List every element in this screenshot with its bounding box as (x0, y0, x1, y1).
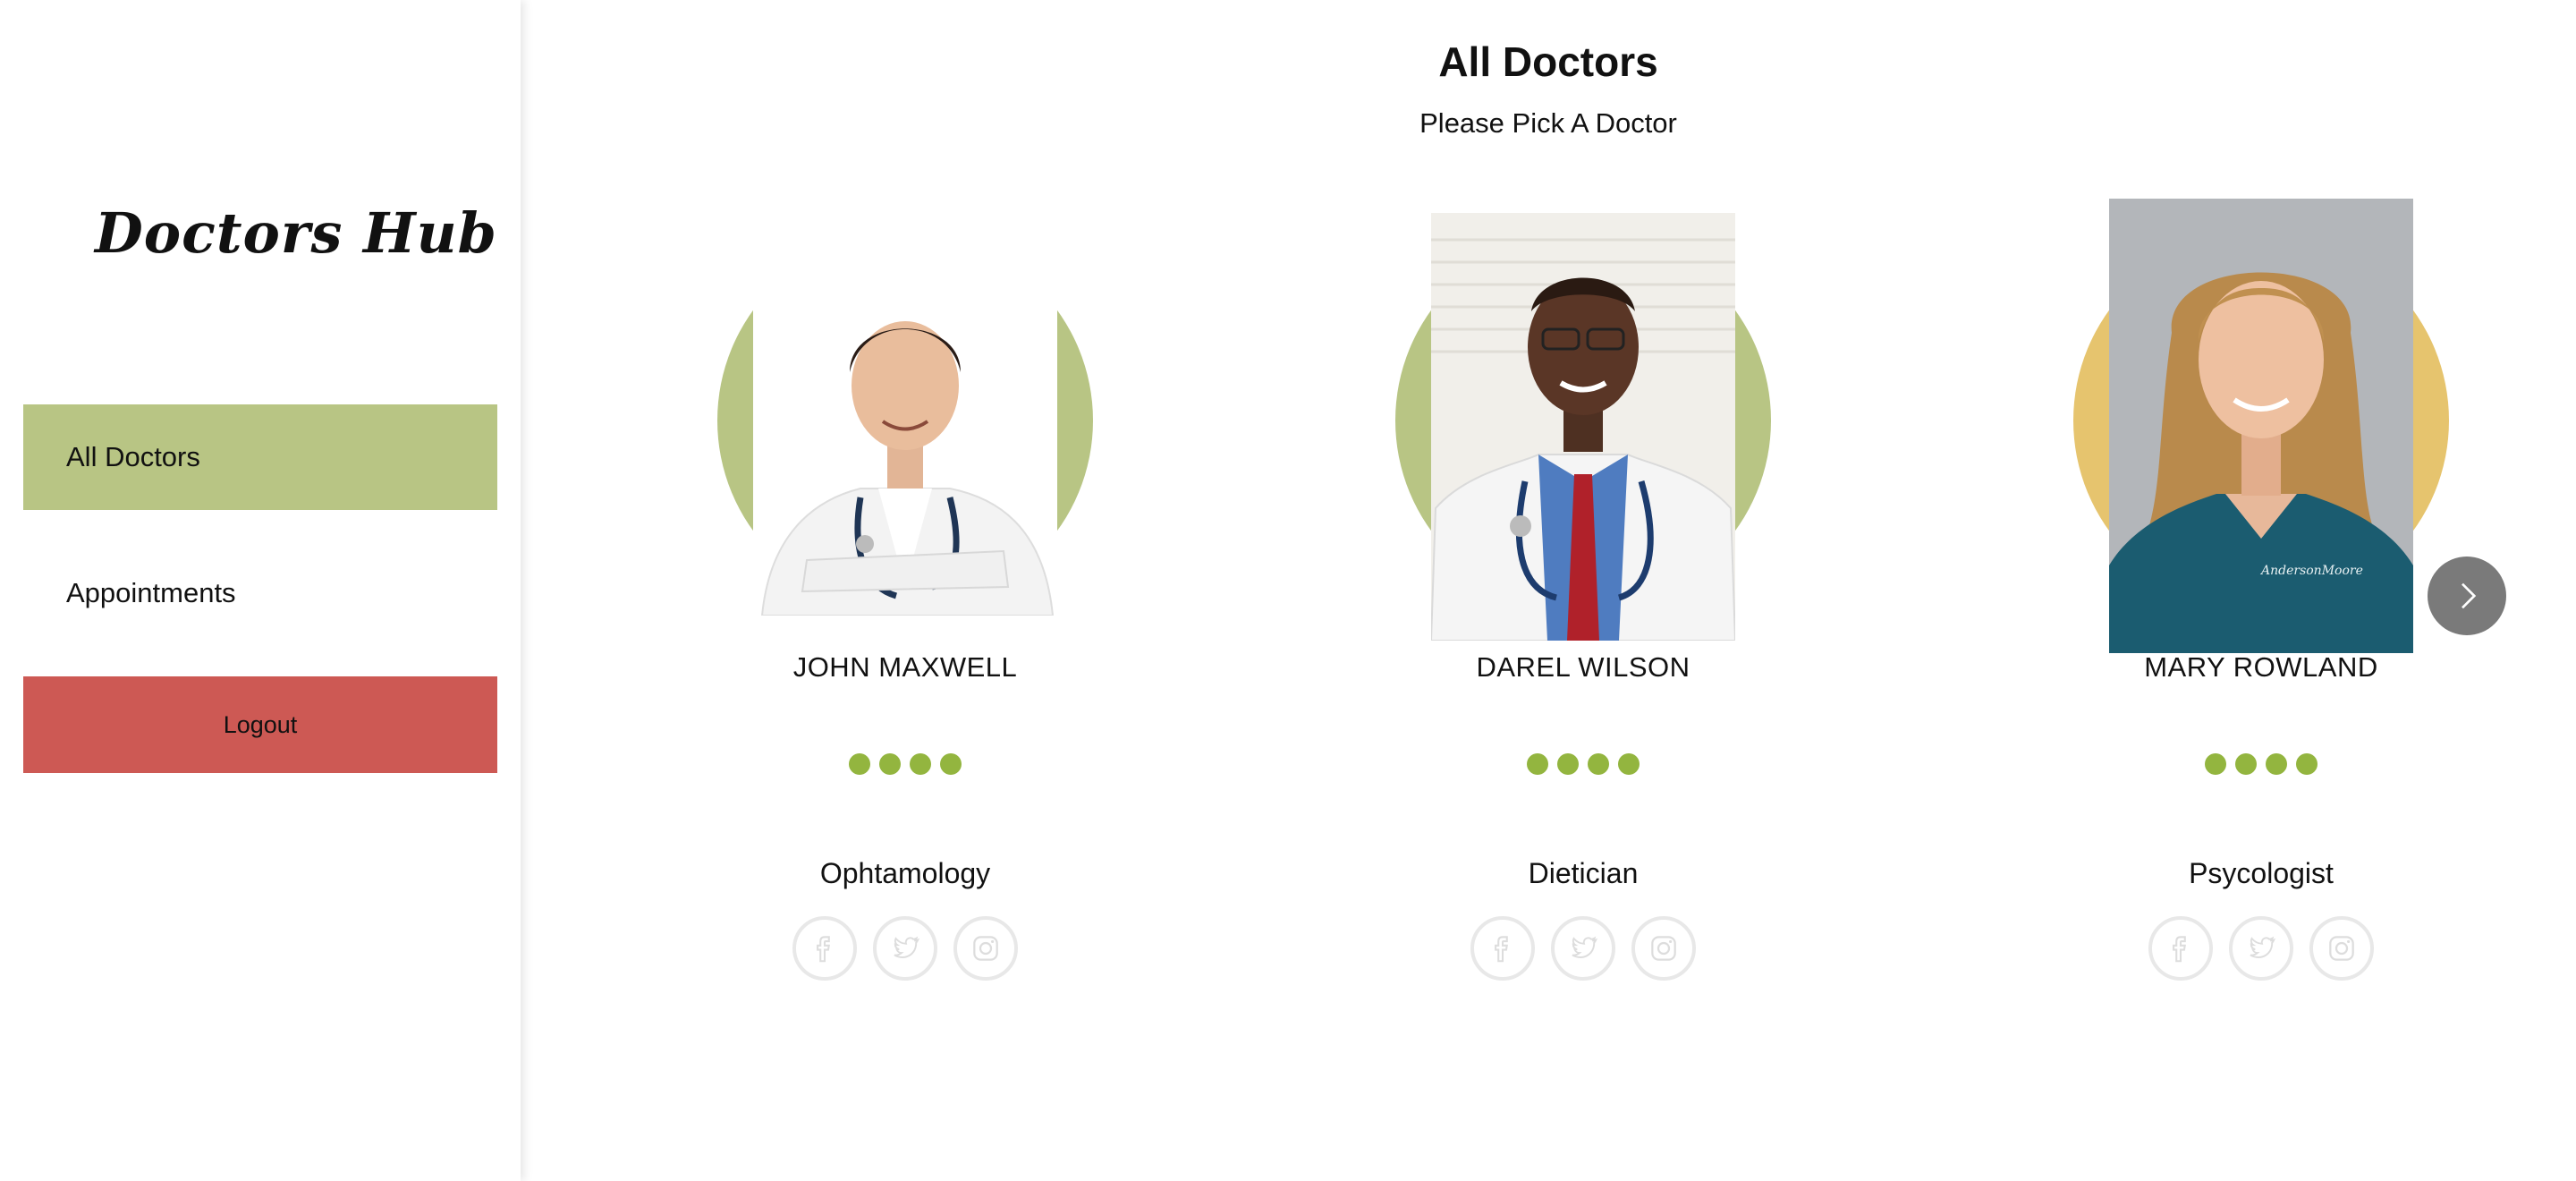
doctor-photo (753, 229, 1057, 616)
app: Doctors Hub All Doctors Appointments Log… (0, 0, 2576, 1181)
rating-dot (2266, 753, 2287, 775)
rating-dot (1557, 753, 1579, 775)
rating-dot (1527, 753, 1548, 775)
rating-dot (879, 753, 901, 775)
doctor-speciality: Dietician (1528, 857, 1639, 889)
facebook-icon (817, 936, 830, 963)
chevron-right-icon (2462, 582, 2477, 609)
twitter-icon (894, 936, 919, 958)
doctor-speciality: Psycologist (2189, 857, 2334, 889)
facebook-icon (2173, 936, 2186, 963)
social-links (1333, 916, 1834, 981)
rating-dot (2296, 753, 2318, 775)
instagram-link[interactable] (953, 916, 1018, 981)
facebook-link[interactable] (792, 916, 857, 981)
app-logo: Doctors Hub (95, 200, 498, 266)
doctor-name: JOHN MAXWELL (792, 651, 1018, 683)
twitter-link[interactable] (2229, 916, 2293, 981)
sidebar-item-appointments[interactable]: Appointments (23, 540, 497, 646)
doctor-rating (655, 753, 1156, 775)
facebook-link[interactable] (1470, 916, 1535, 981)
twitter-icon (2250, 936, 2275, 958)
instagram-icon (2329, 936, 2354, 961)
rating-dot (1588, 753, 1609, 775)
doctor-speciality: Ophtamology (819, 857, 991, 889)
doctor-name: DAREL WILSON (1476, 651, 1690, 683)
carousel-next-button[interactable] (2428, 557, 2506, 635)
instagram-icon (1651, 936, 1676, 961)
doctor-card[interactable]: DAREL WILSON Dietician (1333, 0, 1834, 1181)
doctor-photo (1431, 213, 1735, 641)
rating-dot (1618, 753, 1640, 775)
facebook-icon (1495, 936, 1508, 963)
instagram-link[interactable] (2309, 916, 2374, 981)
rating-dot (2205, 753, 2226, 775)
facebook-link[interactable] (2148, 916, 2213, 981)
main-content: All Doctors Please Pick A Doctor JOHN MA… (521, 0, 2576, 1181)
rating-dot (2235, 753, 2257, 775)
social-links (2011, 916, 2512, 981)
rating-dot (849, 753, 870, 775)
twitter-link[interactable] (873, 916, 937, 981)
rating-dot (940, 753, 962, 775)
twitter-link[interactable] (1551, 916, 1615, 981)
doctor-photo: AndersonMoore (2109, 199, 2413, 653)
twitter-icon (1572, 936, 1597, 958)
doctor-card[interactable]: JOHN MAXWELL Ophtamology (655, 0, 1156, 1181)
doctor-name: MARY ROWLAND (2144, 651, 2378, 683)
svg-text:AndersonMoore: AndersonMoore (2259, 564, 2363, 578)
social-links (655, 916, 1156, 981)
sidebar: Doctors Hub All Doctors Appointments Log… (0, 0, 521, 1181)
sidebar-item-label: Appointments (66, 577, 236, 608)
instagram-link[interactable] (1631, 916, 1696, 981)
sidebar-item-label: All Doctors (66, 441, 200, 472)
doctor-rating (1333, 753, 1834, 775)
logout-button[interactable]: Logout (23, 676, 497, 773)
instagram-icon (973, 936, 998, 961)
sidebar-item-all-doctors[interactable]: All Doctors (23, 404, 497, 510)
doctor-rating (2011, 753, 2512, 775)
rating-dot (910, 753, 931, 775)
